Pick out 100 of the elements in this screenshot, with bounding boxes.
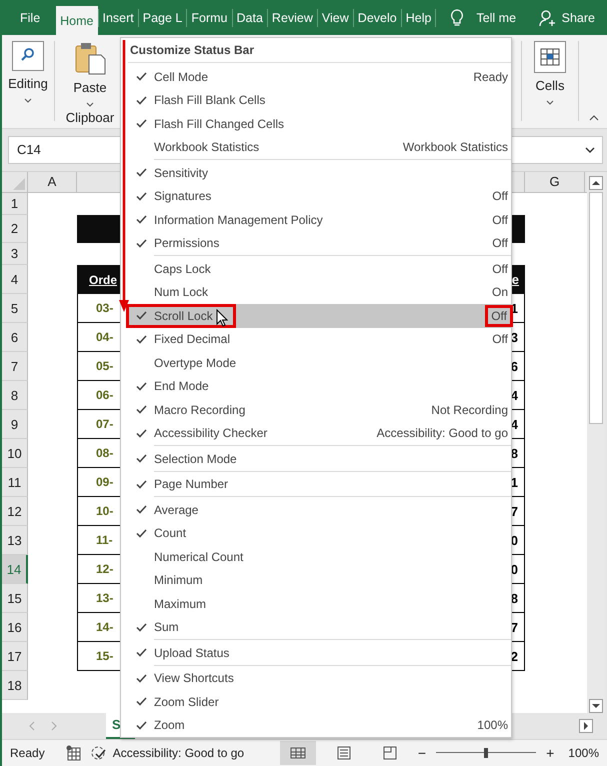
status-value: Off [492, 189, 508, 204]
row-header[interactable]: 8 [2, 381, 28, 410]
row-header[interactable]: 12 [2, 497, 28, 526]
menu-item[interactable]: Flash Fill Changed Cells [128, 112, 511, 136]
row-header[interactable]: 17 [2, 642, 28, 671]
menu-item[interactable]: Zoom Slider [128, 690, 511, 714]
menu-item-label: Fixed Decimal [154, 332, 230, 346]
menu-item[interactable]: Permissions Off [128, 232, 511, 255]
row-header[interactable]: 18 [2, 671, 28, 700]
menu-item[interactable]: Cell Mode Ready [128, 65, 511, 88]
menu-item[interactable]: Fixed Decimal Off [128, 328, 511, 351]
ribbon-tab[interactable]: Review [268, 0, 317, 35]
table-cell: 08- [96, 446, 114, 460]
table-cell: 11- [96, 533, 113, 547]
menu-item[interactable]: Numerical Count [128, 545, 511, 568]
menu-item[interactable]: Accessibility Checker Accessibility: Good to go [128, 422, 511, 445]
row-header[interactable]: 4 [2, 265, 28, 294]
menu-item[interactable]: End Mode [128, 374, 511, 398]
collapse-ribbon-icon[interactable] [589, 115, 599, 121]
macro-icon[interactable] [64, 745, 81, 761]
row-header[interactable]: 15 [2, 584, 28, 613]
table-cell: 14- [96, 620, 114, 634]
view-button[interactable] [280, 741, 316, 765]
row-header[interactable]: 2 [2, 215, 28, 243]
row-header[interactable]: 7 [2, 352, 28, 381]
menu-item[interactable]: Average [128, 498, 511, 522]
menu-item[interactable]: Minimum [128, 568, 511, 592]
menu-item[interactable]: Overtype Mode [128, 351, 511, 374]
ribbon-tab[interactable]: Home [56, 6, 98, 35]
menu-item[interactable]: Flash Fill Blank Cells [128, 88, 511, 112]
menu-item[interactable]: Sensitivity [128, 161, 511, 184]
zoom-slider[interactable] [436, 746, 536, 760]
column-header[interactable]: A [28, 172, 77, 192]
menu-item[interactable]: View Shortcuts [128, 666, 511, 690]
paste-button[interactable]: Paste [70, 39, 110, 109]
caret-icon [546, 100, 554, 105]
menu-item[interactable]: Selection Mode [128, 447, 511, 470]
menu-item-label: End Mode [154, 379, 209, 394]
row-header[interactable]: 16 [2, 613, 28, 642]
row-header[interactable]: 14 [2, 555, 28, 584]
zoom-level[interactable]: 100% [568, 746, 599, 760]
status-value: Off [492, 262, 508, 276]
ribbon-tab[interactable]: Develo [354, 0, 401, 35]
menu-item-label: Maximum [154, 596, 206, 611]
menu-item-label: Sum [154, 620, 179, 634]
menu-item-label: Information Management Policy [154, 212, 323, 227]
person-add-icon [538, 8, 557, 26]
table-cell: 04- [96, 330, 114, 344]
expand-icon[interactable] [585, 147, 595, 153]
ribbon-tab[interactable]: Help [402, 0, 436, 35]
row-header[interactable]: 11 [2, 468, 28, 497]
editing-button[interactable]: Editing [5, 39, 51, 105]
row-header[interactable]: 3 [2, 243, 28, 265]
menu-item[interactable]: Num Lock On [128, 280, 511, 304]
menu-item[interactable]: Macro Recording Not Recording [128, 398, 511, 422]
ribbon-tab[interactable]: View [318, 0, 353, 35]
menu-item-label: Flash Fill Blank Cells [154, 93, 266, 108]
cells-button[interactable]: Cells [531, 39, 569, 107]
scroll-down-icon[interactable] [589, 699, 603, 713]
row-header[interactable]: 9 [2, 410, 28, 439]
share-button[interactable]: Share [538, 8, 595, 26]
menu-item[interactable]: Information Management Policy Off [128, 208, 511, 232]
menu-item[interactable]: Scroll Lock Off [128, 304, 511, 328]
menu-item[interactable]: Workbook Statistics Workbook Statistics [128, 136, 511, 159]
menu-item[interactable]: Signatures Off [128, 184, 511, 208]
menu-item-label: Macro Recording [154, 402, 246, 417]
row-header[interactable]: 13 [2, 526, 28, 555]
menu-item-label: View Shortcuts [154, 671, 234, 686]
row-header[interactable]: 1 [2, 193, 28, 215]
menu-item[interactable]: Upload Status [128, 641, 511, 664]
clipboard-icon [73, 41, 107, 75]
menu-item[interactable]: Zoom 100% [128, 714, 511, 737]
scroll-up-icon[interactable] [589, 176, 603, 190]
column-header[interactable]: G [525, 172, 585, 192]
row-header[interactable]: 5 [2, 294, 28, 323]
tell-me-field[interactable]: Tell me [476, 10, 516, 24]
lightbulb-icon [450, 8, 464, 26]
table-cell: 09- [96, 475, 114, 489]
table-cell: 07- [96, 417, 114, 431]
ribbon-tab[interactable]: Formu [187, 0, 232, 35]
menu-item[interactable]: Maximum [128, 592, 511, 616]
ribbon-tab[interactable]: Insert [98, 0, 138, 35]
zoom-in-button[interactable]: + [546, 745, 554, 761]
menu-item[interactable]: Sum [128, 616, 511, 639]
ribbon-tab[interactable]: Page L [138, 0, 186, 35]
table-cell: 10- [96, 504, 114, 518]
menu-item-label: Sensitivity [154, 166, 208, 180]
page-break-icon [382, 746, 397, 760]
scroll-right-icon[interactable] [579, 719, 593, 733]
menu-item[interactable]: Caps Lock Off [128, 257, 511, 280]
accessibility-button[interactable]: Accessibility: Good to go [90, 745, 244, 761]
zoom-out-button[interactable]: − [418, 745, 426, 761]
menu-item-label: Count [154, 526, 186, 540]
menu-item-label: Minimum [154, 573, 203, 588]
row-header[interactable]: 10 [2, 439, 28, 468]
menu-item[interactable]: Count [128, 522, 511, 545]
ribbon-tab[interactable]: File [12, 0, 48, 35]
row-header[interactable]: 6 [2, 323, 28, 352]
ribbon-tab[interactable]: Data [232, 0, 267, 35]
menu-item[interactable]: Page Number [128, 472, 511, 496]
